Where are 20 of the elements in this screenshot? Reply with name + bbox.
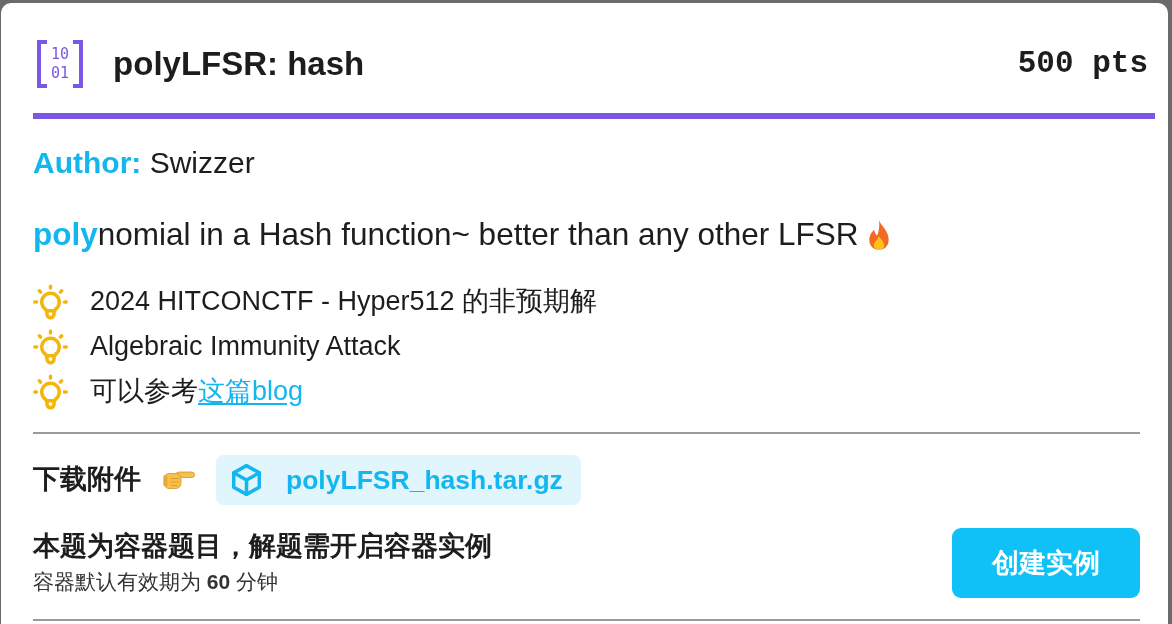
lightbulb-icon <box>33 373 68 410</box>
author-line: Author: Swizzer <box>33 145 255 181</box>
points-label: 500 pts <box>1017 45 1148 83</box>
challenge-title: polyLFSR: hash <box>113 44 365 84</box>
hint-text: 可以参考这篇blog <box>90 374 304 408</box>
container-notice: 本题为容器题目，解题需开启容器实例 <box>33 530 492 563</box>
hint-link[interactable]: 这篇blog <box>198 375 304 406</box>
attachment-label: 下载附件 <box>33 463 141 497</box>
fire-icon <box>866 219 891 250</box>
hint-text: 2024 HITCONCTF - Hyper512 的非预期解 <box>90 284 598 318</box>
pointing-hand-icon <box>163 470 195 490</box>
lightbulb-icon <box>33 328 68 365</box>
challenge-description: polynomial in a Hash function~ better than any other LFSR <box>33 215 859 254</box>
download-button[interactable]: polyLFSR_hash.tar.gz <box>216 455 581 505</box>
create-instance-button[interactable]: 创建实例 <box>952 528 1140 598</box>
cube-icon <box>232 464 261 496</box>
hint-text: Algebraic Immunity Attack <box>90 329 401 363</box>
lightbulb-icon <box>33 283 68 320</box>
container-duration-note: 容器默认有效期为 60 分钟 <box>33 569 279 595</box>
binary-matrix-logo: 10 01 <box>37 40 84 88</box>
